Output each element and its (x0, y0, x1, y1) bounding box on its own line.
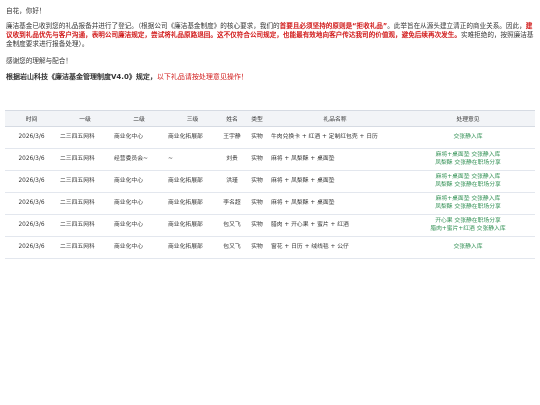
cell-level1: 二三四五网科 (58, 214, 112, 237)
cell-gift: 牛肉兑换卡 + 红酒 + 定制红包壳 + 日历 (269, 126, 401, 149)
cell-level3: 商业化拓展部 (166, 236, 219, 259)
advice-line: 麻将+桌面垫 交张静入库 (435, 174, 501, 180)
cell-type: 实物 (245, 236, 269, 259)
gift-table: 时间 一级 二级 三级 姓名 类型 礼品名称 处理意见 2026/3/6 二三四… (5, 110, 535, 259)
advice-line: 麻将+桌面垫 交张静入库 (435, 196, 501, 202)
table-row: 2026/3/6 二三四五网科 商业化中心 商业化拓展部 李名超 实物 麻将 +… (5, 192, 535, 215)
advice-line: 交张静入库 (453, 243, 483, 250)
table-row: 2026/3/6 二三四五网科 经营委员会~ ~ 刘贵 实物 麻将 + 凤梨酥 … (5, 148, 535, 171)
rule-line: 根据岩山科技《廉洁基金管理制度V4.0》规定，以下礼品请按处理意见操作！ (6, 73, 534, 82)
header-gift-name: 礼品名称 (269, 110, 401, 127)
cell-gift: 窗花 + 日历 + 绒线毯 + 公仔 (269, 236, 401, 259)
cell-level2: 商业化中心 (112, 170, 166, 193)
cell-level2: 商业化中心 (112, 126, 166, 149)
cell-date: 2026/3/6 (5, 126, 58, 149)
email-body: 自花，你好！ 廉洁基金已收到您的礼品报备并进行了登记。（根据公司《廉洁基金制度》… (0, 0, 540, 405)
cell-level3: 商业化拓展部 (166, 170, 219, 193)
cell-date: 2026/3/6 (5, 148, 58, 171)
cell-name: 刘贵 (219, 148, 245, 171)
table-row: 2026/3/6 二三四五网科 商业化中心 商业化拓展部 洪瑾 实物 麻将 + … (5, 170, 535, 193)
cell-level1: 二三四五网科 (58, 236, 112, 259)
cell-advice: 交张静入库 (401, 126, 535, 149)
cell-level1: 二三四五网科 (58, 126, 112, 149)
cell-gift: 腊肉 + 开心果 + 蜜片 + 红酒 (269, 214, 401, 237)
notice-mid: 。此举旨在从源头建立清正的商业关系。因此， (387, 22, 526, 30)
cell-type: 实物 (245, 170, 269, 193)
notice-principle: 首要且必须坚持的原则是“拒收礼品” (279, 22, 388, 30)
cell-level2: 商业化中心 (112, 236, 166, 259)
cell-advice: 交张静入库 (401, 236, 535, 259)
advice-line: 交张静入库 (453, 133, 483, 140)
cell-level3: ~ (166, 148, 219, 171)
header-level1: 一级 (58, 110, 112, 127)
notice-paragraph: 廉洁基金已收到您的礼品报备并进行了登记。（根据公司《廉洁基金制度》的核心要求，我… (6, 22, 534, 49)
cell-advice: 麻将+桌面垫 交张静入库 凤梨酥 交张静在职场分享 (401, 148, 535, 171)
cell-name: 王宇静 (219, 126, 245, 149)
cell-type: 实物 (245, 192, 269, 215)
rule-reference: 根据岩山科技《廉洁基金管理制度V4.0》规定， (6, 73, 157, 81)
cell-date: 2026/3/6 (5, 192, 58, 215)
header-level3: 三级 (166, 110, 219, 127)
header-type: 类型 (245, 110, 269, 127)
header-time: 时间 (5, 110, 58, 127)
advice-line: 凤梨酥 交张静在职场分享 (435, 159, 501, 166)
cell-date: 2026/3/6 (5, 236, 58, 259)
table-row: 2026/3/6 二三四五网科 商业化中心 商业化拓展部 包又飞 实物 腊肉 +… (5, 214, 535, 237)
cell-name: 包又飞 (219, 236, 245, 259)
table-header-row: 时间 一级 二级 三级 姓名 类型 礼品名称 处理意见 (5, 110, 535, 127)
cell-advice: 麻将+桌面垫 交张静入库 凤梨酥 交张静在职场分享 (401, 170, 535, 193)
notice-intro: 廉洁基金已收到您的礼品报备并进行了登记。（根据公司《廉洁基金制度》的核心要求，我… (6, 22, 280, 30)
cell-gift: 麻将 + 凤梨酥 + 桌面垫 (269, 170, 401, 193)
cell-name: 包又飞 (219, 214, 245, 237)
cell-date: 2026/3/6 (5, 214, 58, 237)
cell-level2: 商业化中心 (112, 192, 166, 215)
cell-level2: 经营委员会~ (112, 148, 166, 171)
rule-instruction: 以下礼品请按处理意见操作！ (156, 73, 248, 81)
cell-gift: 麻将 + 凤梨酥 + 桌面垫 (269, 192, 401, 215)
advice-line: 凤梨酥 交张静在职场分享 (435, 203, 501, 210)
cell-type: 实物 (245, 126, 269, 149)
advice-line: 凤梨酥 交张静在职场分享 (435, 181, 501, 188)
cell-advice: 开心果 交张静在职场分享 腊肉+蜜片+红酒 交张静入库 (401, 214, 535, 237)
cell-gift: 麻将 + 凤梨酥 + 桌面垫 (269, 148, 401, 171)
cell-name: 洪瑾 (219, 170, 245, 193)
header-advice: 处理意见 (401, 110, 535, 127)
cell-level3: 商业化拓展部 (166, 214, 219, 237)
cell-name: 李名超 (219, 192, 245, 215)
cell-level1: 二三四五网科 (58, 148, 112, 171)
advice-line: 麻将+桌面垫 交张静入库 (435, 152, 501, 158)
cell-date: 2026/3/6 (5, 170, 58, 193)
cell-level3: 商业化拓展部 (166, 192, 219, 215)
greeting-text: 自花，你好！ (6, 7, 46, 15)
header-level2: 二级 (112, 110, 166, 127)
advice-line: 腊肉+蜜片+红酒 交张静入库 (430, 225, 506, 232)
cell-advice: 麻将+桌面垫 交张静入库 凤梨酥 交张静在职场分享 (401, 192, 535, 215)
cell-level1: 二三四五网科 (58, 192, 112, 215)
cell-type: 实物 (245, 214, 269, 237)
advice-line: 开心果 交张静在职场分享 (435, 218, 501, 224)
table-row: 2026/3/6 二三四五网科 商业化中心 商业化拓展部 王宇静 实物 牛肉兑换… (5, 126, 535, 149)
table-row: 2026/3/6 二三四五网科 商业化中心 商业化拓展部 包又飞 实物 窗花 +… (5, 236, 535, 259)
cell-level2: 商业化中心 (112, 214, 166, 237)
header-name: 姓名 (219, 110, 245, 127)
thanks-text: 感谢您的理解与配合！ (6, 57, 72, 65)
cell-level1: 二三四五网科 (58, 170, 112, 193)
cell-level3: 商业化拓展部 (166, 126, 219, 149)
cell-type: 实物 (245, 148, 269, 171)
